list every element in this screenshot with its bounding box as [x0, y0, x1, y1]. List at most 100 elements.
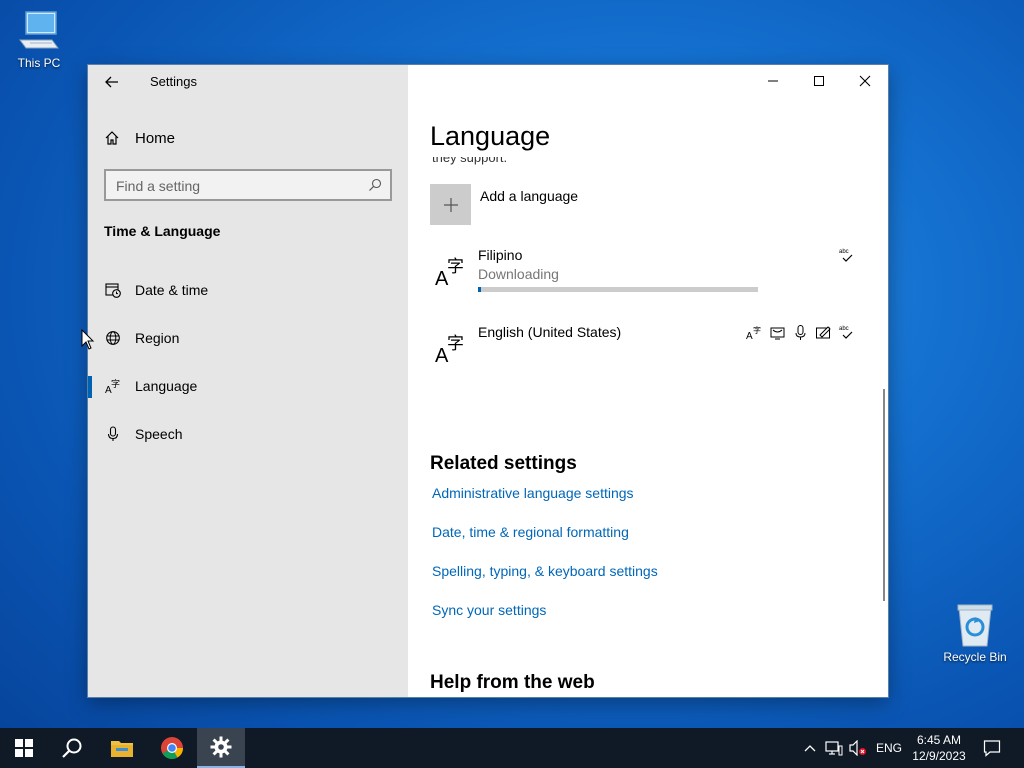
- language-name: Filipino: [478, 247, 523, 263]
- language-item-filipino[interactable]: A 字 Filipino Downloading abc: [430, 247, 860, 299]
- search-icon[interactable]: [368, 178, 382, 192]
- calendar-clock-icon: [105, 283, 121, 298]
- page-title: Language: [430, 121, 551, 151]
- gear-icon: [210, 736, 232, 758]
- back-arrow-icon: [105, 76, 118, 88]
- minimize-icon: [768, 80, 778, 82]
- title-bar: Settings: [88, 65, 408, 97]
- link-sync-your-settings[interactable]: Sync your settings: [432, 602, 546, 618]
- spellcheck-icon: abc: [838, 247, 855, 264]
- sidebar-item-label: Region: [135, 330, 180, 346]
- home-icon: [105, 131, 119, 145]
- section-title: Time & Language: [104, 223, 221, 239]
- link-date-time-regional-formatting[interactable]: Date, time & regional formatting: [432, 524, 629, 540]
- taskbar-file-explorer[interactable]: [98, 728, 146, 768]
- close-icon: [859, 75, 871, 87]
- text-to-speech-icon: [769, 324, 786, 341]
- maximize-icon: [814, 76, 824, 86]
- clock-date: 12/9/2023: [912, 749, 966, 763]
- volume-muted-icon: [849, 740, 866, 756]
- add-language-button[interactable]: Add a language: [430, 184, 578, 225]
- sidebar-item-region[interactable]: Region: [88, 318, 408, 358]
- svg-text:A: A: [746, 331, 753, 341]
- back-button[interactable]: [98, 70, 126, 94]
- minimize-button[interactable]: [750, 65, 796, 97]
- input-language-indicator[interactable]: ENG: [876, 741, 902, 755]
- language-item-english-us[interactable]: A 字 English (United States) A 字 abc: [430, 324, 860, 368]
- folder-icon: [111, 741, 133, 757]
- sidebar-item-label: Language: [135, 378, 198, 394]
- search-icon: [62, 738, 82, 758]
- desktop-icon-recycle-bin[interactable]: Recycle Bin: [940, 602, 1010, 664]
- taskbar: ENG 6:45 AM 12/9/2023: [0, 728, 1024, 768]
- network-icon: [825, 741, 843, 756]
- language-icon: A 字: [105, 378, 120, 394]
- recycle-bin-icon: [957, 604, 993, 647]
- taskbar-chrome[interactable]: [148, 728, 196, 768]
- download-progress-bar: [478, 287, 758, 292]
- search-box: [104, 169, 392, 201]
- related-settings-title: Related settings: [430, 453, 577, 474]
- desktop-icon-this-pc[interactable]: This PC: [4, 10, 74, 70]
- desktop-icon-label: Recycle Bin: [943, 650, 1007, 664]
- link-spelling-typing-keyboard[interactable]: Spelling, typing, & keyboard settings: [432, 563, 658, 579]
- sidebar-item-label: Speech: [135, 426, 183, 442]
- close-button[interactable]: [842, 65, 888, 97]
- app-title: Settings: [150, 74, 197, 89]
- sidebar-item-date-time[interactable]: Date & time: [88, 270, 408, 310]
- home-nav-item[interactable]: Home: [104, 125, 175, 151]
- download-progress-fill: [478, 287, 481, 292]
- search-input[interactable]: [116, 176, 356, 196]
- sidebar-item-label: Date & time: [135, 282, 209, 298]
- computer-icon: [19, 11, 59, 49]
- language-status: Downloading: [478, 266, 559, 282]
- mouse-cursor-icon: [81, 329, 95, 350]
- plus-tile: [430, 184, 471, 225]
- language-features: abc: [838, 247, 855, 264]
- action-center-button[interactable]: [982, 738, 1002, 758]
- home-label: Home: [135, 129, 176, 147]
- handwriting-icon: [815, 324, 832, 341]
- settings-window: Settings Home Time & Language Date & t: [88, 65, 888, 697]
- microphone-icon: [792, 324, 809, 341]
- spellcheck-icon: abc: [838, 324, 855, 341]
- clipped-description: they support.: [432, 157, 507, 165]
- svg-text:abc: abc: [839, 249, 849, 255]
- active-indicator: [88, 376, 92, 398]
- microphone-icon: [107, 426, 119, 441]
- show-hidden-icons-button[interactable]: [800, 738, 820, 758]
- svg-text:字: 字: [753, 325, 761, 335]
- svg-text:abc: abc: [839, 326, 849, 332]
- plus-icon: [443, 197, 458, 212]
- volume-button[interactable]: [848, 738, 868, 758]
- chevron-up-icon: [804, 745, 816, 752]
- content-scrollbar[interactable]: [883, 389, 885, 601]
- link-administrative-language-settings[interactable]: Administrative language settings: [432, 485, 634, 501]
- chrome-icon: [161, 737, 183, 759]
- svg-text:字: 字: [447, 334, 464, 354]
- start-button[interactable]: [0, 728, 48, 768]
- add-language-label: Add a language: [480, 187, 579, 204]
- svg-text:字: 字: [111, 378, 120, 390]
- notification-icon: [983, 740, 1001, 757]
- sidebar-item-language[interactable]: A 字 Language: [88, 366, 408, 406]
- help-from-web-title: Help from the web: [430, 672, 595, 693]
- taskbar-search-button[interactable]: [48, 728, 96, 768]
- taskbar-settings[interactable]: [197, 728, 245, 768]
- sidebar-item-speech[interactable]: Speech: [88, 414, 408, 454]
- language-glyph-icon: A 字: [435, 257, 464, 287]
- windows-logo-icon: [15, 739, 33, 757]
- language-name: English (United States): [478, 324, 622, 340]
- network-button[interactable]: [824, 738, 844, 758]
- settings-sidebar: Settings Home Time & Language Date & t: [88, 65, 408, 697]
- desktop-icon-label: This PC: [17, 56, 61, 70]
- description-text: they support.: [432, 157, 508, 165]
- svg-text:字: 字: [447, 257, 464, 277]
- clock-time: 6:45 AM: [916, 733, 962, 747]
- maximize-button[interactable]: [796, 65, 842, 97]
- display-language-icon: A 字: [746, 324, 763, 341]
- taskbar-clock[interactable]: 6:45 AM 12/9/2023: [904, 732, 974, 764]
- language-features: A 字 abc: [746, 324, 855, 341]
- language-glyph-icon: A 字: [435, 334, 464, 364]
- globe-icon: [106, 331, 120, 345]
